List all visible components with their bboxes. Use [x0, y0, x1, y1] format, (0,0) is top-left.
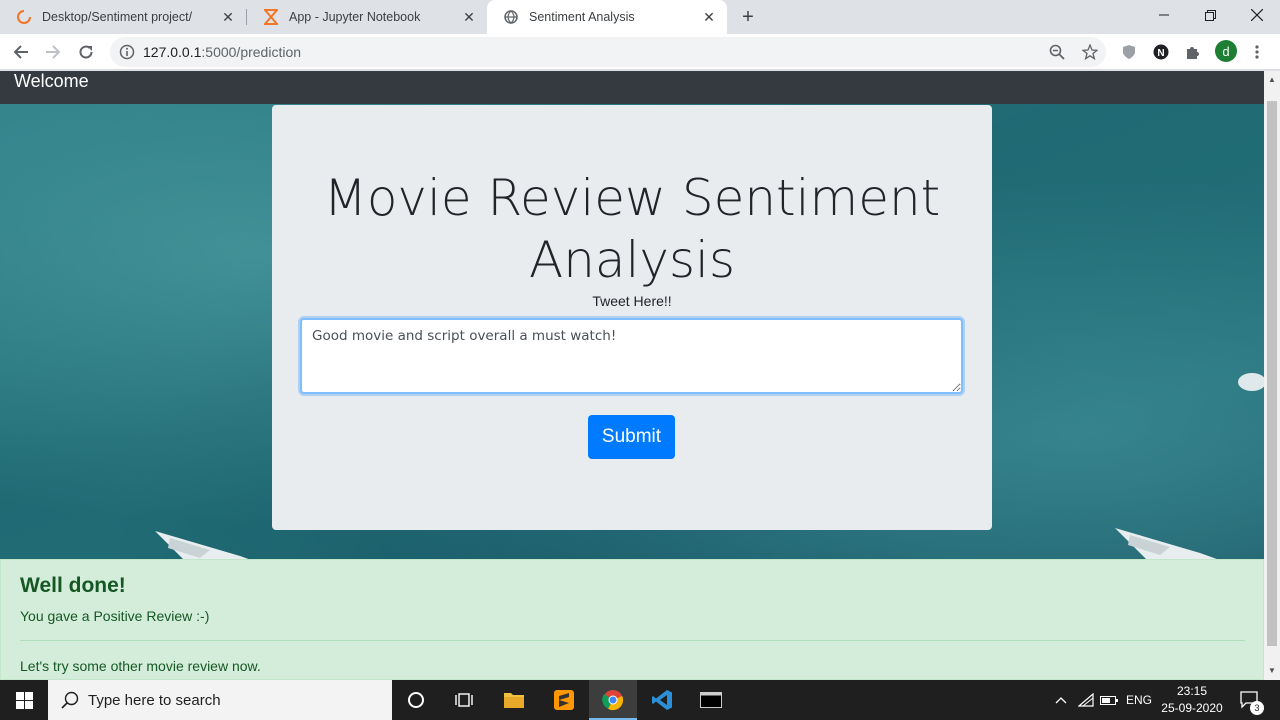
- page-scrollbar[interactable]: ▲ ▼: [1264, 71, 1280, 680]
- extension-n-icon[interactable]: N: [1151, 42, 1171, 62]
- browser-toolbar: 127.0.0.1:5000/prediction N: [0, 34, 1280, 70]
- search-icon: [61, 691, 79, 709]
- puzzle-extensions-icon[interactable]: [1183, 42, 1203, 62]
- vscode-icon[interactable]: [638, 680, 686, 720]
- cortana-icon[interactable]: [392, 680, 440, 720]
- chrome-icon[interactable]: [589, 680, 637, 720]
- close-tab-icon[interactable]: ✕: [699, 7, 719, 27]
- tab-strip: Desktop/Sentiment project/ ✕ App - Jupyt…: [0, 0, 1280, 34]
- alert-divider: [20, 640, 1245, 641]
- boat-image: [1115, 528, 1228, 563]
- success-alert: Well done! You gave a Positive Review :-…: [0, 559, 1264, 680]
- search-placeholder: Type here to search: [88, 692, 221, 709]
- language-indicator[interactable]: ENG: [1124, 680, 1154, 720]
- tab-desktop-sentiment-project[interactable]: Desktop/Sentiment project/ ✕: [0, 0, 246, 34]
- file-explorer-icon[interactable]: [490, 680, 538, 720]
- scroll-up-icon[interactable]: ▲: [1268, 75, 1276, 84]
- profile-avatar[interactable]: d: [1215, 40, 1237, 62]
- alert-followup: Let's try some other movie review now.: [20, 658, 261, 674]
- tab-sentiment-analysis[interactable]: Sentiment Analysis ✕: [487, 0, 727, 34]
- reload-icon[interactable]: [73, 39, 99, 65]
- tab-title: Desktop/Sentiment project/: [42, 10, 193, 24]
- globe-icon: [503, 9, 519, 25]
- url-path: :5000/prediction: [201, 44, 302, 60]
- bookmark-star-icon[interactable]: [1080, 42, 1100, 62]
- navbar-brand[interactable]: Welcome: [14, 71, 89, 91]
- windows-start-icon[interactable]: [0, 680, 48, 720]
- tab-title: App - Jupyter Notebook: [289, 10, 421, 24]
- review-textarea[interactable]: [300, 318, 963, 394]
- wifi-icon[interactable]: [1077, 680, 1095, 720]
- hourglass-icon: [263, 9, 279, 25]
- address-bar[interactable]: 127.0.0.1:5000/prediction: [110, 37, 1106, 67]
- page-title: Movie Review Sentiment Analysis: [323, 169, 941, 289]
- boat-image: [1238, 373, 1264, 391]
- forward-arrow-icon[interactable]: [40, 39, 66, 65]
- minimize-icon[interactable]: [1141, 0, 1187, 30]
- back-arrow-icon[interactable]: [8, 39, 34, 65]
- alert-message: You gave a Positive Review :-): [20, 608, 210, 624]
- close-tab-icon[interactable]: ✕: [218, 7, 238, 27]
- new-tab-icon[interactable]: +: [738, 6, 758, 28]
- jupyter-loading-icon: [16, 9, 32, 25]
- scroll-down-icon[interactable]: ▼: [1268, 666, 1276, 675]
- more-menu-icon[interactable]: [1247, 42, 1267, 62]
- alert-heading: Well done!: [20, 574, 126, 597]
- chevron-up-icon[interactable]: [1052, 680, 1070, 720]
- sublime-text-icon[interactable]: [540, 680, 588, 720]
- info-icon[interactable]: [119, 44, 135, 60]
- notification-count-badge: 3: [1250, 701, 1264, 715]
- site-navbar: Welcome: [0, 71, 1264, 104]
- shield-extension-icon[interactable]: [1119, 42, 1139, 62]
- tab-title: Sentiment Analysis: [529, 10, 635, 24]
- url-text: 127.0.0.1:5000/prediction: [143, 44, 301, 60]
- battery-icon[interactable]: [1099, 680, 1119, 720]
- system-clock[interactable]: 23:15 25-09-2020: [1158, 683, 1226, 717]
- taskbar-search-box[interactable]: Type here to search: [48, 680, 392, 720]
- jumbotron-card: Movie Review Sentiment Analysis Tweet He…: [272, 105, 992, 530]
- clock-time: 23:15: [1176, 684, 1208, 698]
- submit-button[interactable]: Submit: [588, 415, 675, 459]
- scrollbar-thumb[interactable]: [1267, 101, 1277, 646]
- close-window-icon[interactable]: [1234, 0, 1280, 30]
- close-tab-icon[interactable]: ✕: [459, 7, 479, 27]
- terminal-icon[interactable]: [687, 680, 735, 720]
- tab-app-jupyter-notebook[interactable]: App - Jupyter Notebook ✕: [247, 0, 487, 34]
- zoom-out-icon[interactable]: [1047, 42, 1067, 62]
- url-host: 127.0.0.1: [143, 44, 202, 60]
- input-label: Tweet Here!!: [592, 293, 672, 309]
- svg-text:N: N: [1157, 48, 1164, 59]
- clock-date: 25-09-2020: [1161, 701, 1223, 715]
- page-viewport: Welcome Movie Review Sentiment Analysis …: [0, 71, 1264, 680]
- windows-taskbar: Type here to search ENG 23:15 25-09-2020…: [0, 680, 1280, 720]
- restore-icon[interactable]: [1187, 0, 1233, 30]
- task-view-icon[interactable]: [440, 680, 488, 720]
